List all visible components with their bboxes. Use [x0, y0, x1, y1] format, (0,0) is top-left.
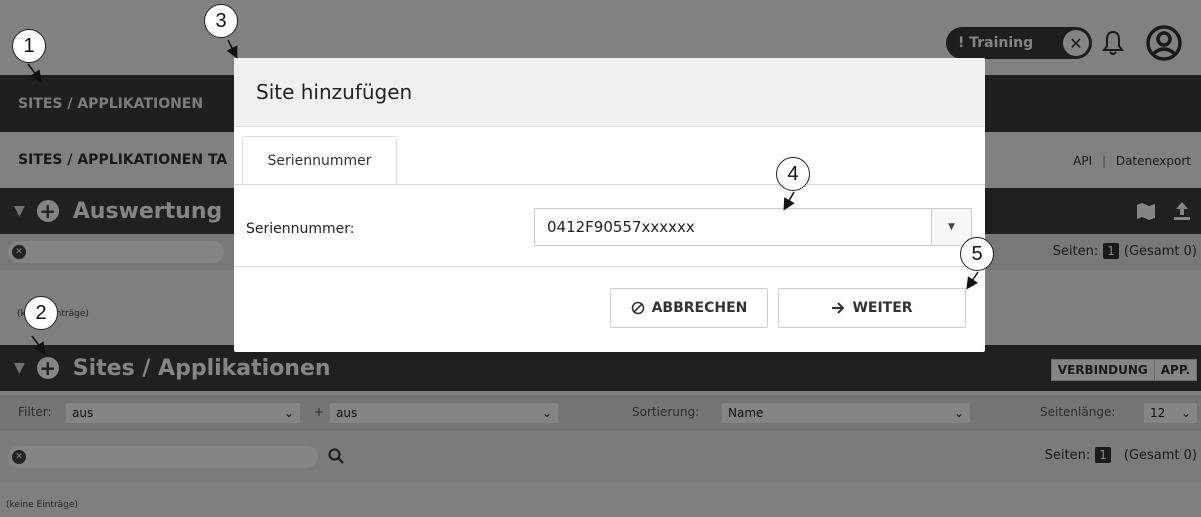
callout-arrows [27, 39, 979, 355]
arrow-5 [966, 271, 979, 290]
callout-3: 3 [204, 4, 238, 38]
arrow-1 [27, 63, 42, 83]
callout-1: 1 [12, 29, 46, 63]
arrow-4 [783, 191, 795, 211]
callout-2: 2 [24, 296, 58, 330]
callout-4: 4 [776, 157, 810, 191]
arrow-3 [226, 39, 238, 59]
arrow-2 [31, 335, 46, 355]
callout-5: 5 [960, 237, 994, 271]
